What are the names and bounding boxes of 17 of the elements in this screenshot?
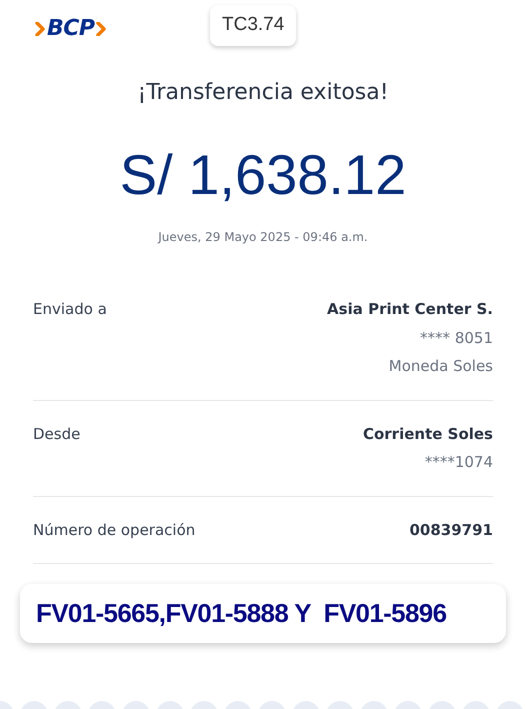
- chevron-icon: [35, 22, 45, 36]
- bank-logo: BCP: [47, 18, 94, 40]
- detail-value: Asia Print Center S.: [327, 299, 493, 320]
- amount: S/ 1,638.12: [120, 147, 406, 203]
- invoice-note: FV01-5665,FV01-5888 Y FV01-5896: [36, 597, 448, 630]
- transfer-date: Jueves, 29 Mayo 2025 - 09:46 a.m.: [158, 229, 368, 246]
- detail-value: Corriente Soles: [362, 424, 493, 444]
- detail-value: Moneda Soles: [388, 356, 493, 377]
- detail-value: 00839791: [410, 520, 493, 540]
- chevron-icon: [96, 22, 106, 36]
- detail-label: Número de operación: [33, 520, 196, 540]
- detail-value: ****1074: [424, 452, 493, 473]
- detail-label: Desde: [33, 424, 80, 444]
- exchange-rate-badge: TC3.74: [210, 5, 296, 46]
- detail-label: Enviado a: [33, 299, 107, 320]
- success-title: ¡Transferencia exitosa!: [137, 79, 389, 107]
- detail-value: **** 8051: [420, 328, 493, 348]
